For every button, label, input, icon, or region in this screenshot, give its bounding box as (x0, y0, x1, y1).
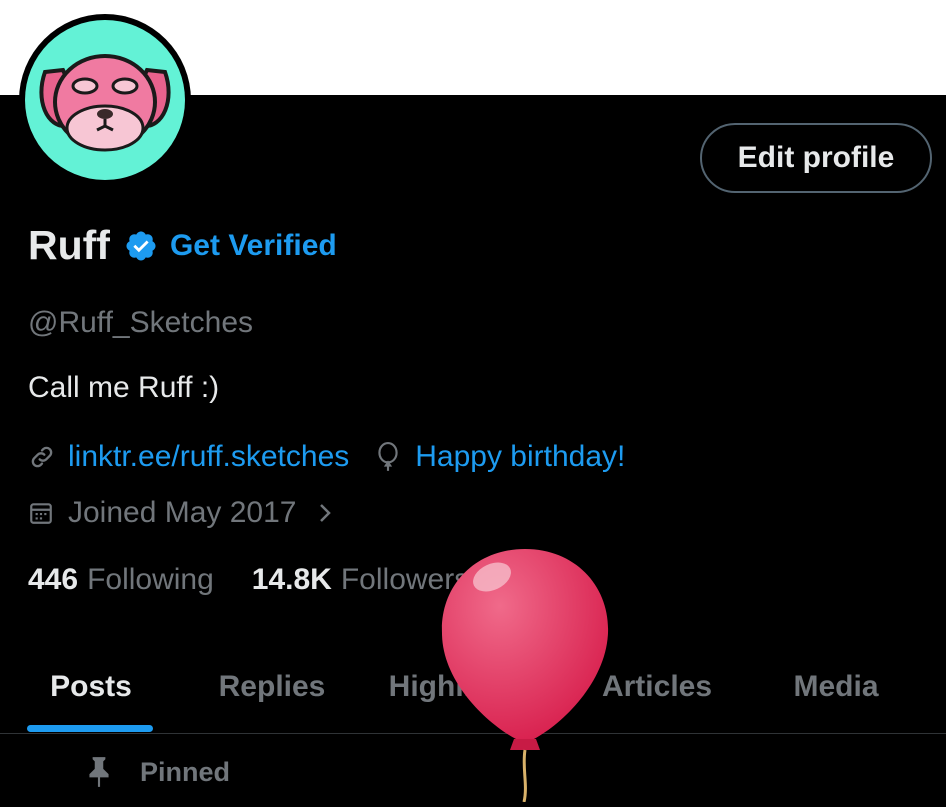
get-verified-link[interactable]: Get Verified (170, 229, 337, 263)
profile-tabs: Posts Replies Highlights Articles Media (0, 640, 946, 734)
tab-articles[interactable]: Articles (562, 640, 752, 734)
tab-media[interactable]: Media (752, 640, 920, 734)
edit-profile-button[interactable]: Edit profile (700, 123, 932, 193)
website-link[interactable]: linktr.ee/ruff.sketches (68, 440, 349, 474)
tab-replies[interactable]: Replies (182, 640, 362, 734)
link-icon (28, 443, 56, 471)
tab-highlights[interactable]: Highlights (362, 640, 562, 734)
followers-label: Followers (340, 563, 470, 596)
followers-count: 14.8K (251, 563, 332, 596)
profile-meta-row: linktr.ee/ruff.sketches Happy birthday! (28, 440, 625, 474)
following-label: Following (87, 563, 214, 596)
pin-icon (86, 755, 112, 789)
user-handle: @Ruff_Sketches (28, 306, 254, 339)
follow-stats: 446 Following 14.8K Followers (28, 563, 469, 597)
avatar[interactable] (19, 14, 191, 186)
chevron-right-icon[interactable] (315, 501, 335, 525)
avatar-image (25, 20, 185, 180)
tabs-divider (0, 733, 946, 734)
pinned-indicator: Pinned (86, 755, 230, 789)
following-stat[interactable]: 446 Following (28, 563, 214, 597)
joined-row[interactable]: Joined May 2017 (28, 496, 335, 530)
balloon-icon (375, 442, 401, 472)
bio: Call me Ruff :) (28, 371, 220, 404)
joined-date: Joined May 2017 (68, 496, 297, 529)
calendar-icon (28, 500, 54, 526)
verified-badge-icon[interactable] (124, 229, 158, 263)
name-row: Ruff Get Verified (28, 222, 337, 269)
tab-posts[interactable]: Posts (0, 640, 182, 734)
display-name: Ruff (28, 222, 110, 268)
following-count: 446 (28, 563, 79, 596)
birthday-link[interactable]: Happy birthday! (415, 440, 625, 474)
active-tab-indicator (27, 725, 153, 732)
followers-stat[interactable]: 14.8K Followers (252, 563, 469, 597)
pinned-label: Pinned (140, 756, 231, 787)
